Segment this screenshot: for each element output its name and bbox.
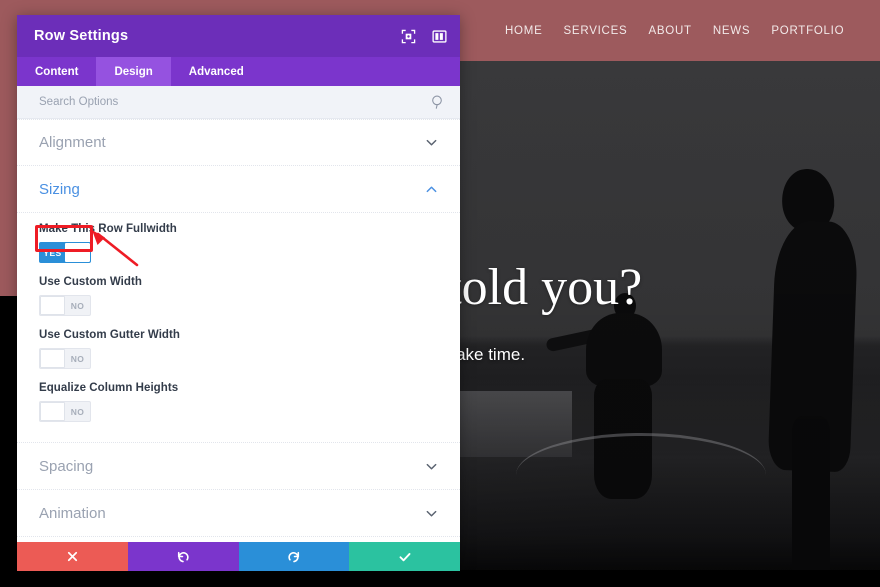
chevron-down-icon [425,507,438,520]
fullscreen-icon[interactable] [400,28,416,44]
search-icon[interactable] [430,94,446,110]
undo-button[interactable] [127,542,239,571]
redo-button[interactable] [238,542,350,571]
modal-title: Row Settings [34,28,129,44]
field-make-row-fullwidth: Make This Row Fullwidth YES [39,223,438,263]
check-icon [398,550,412,564]
toggle-knob [40,349,65,368]
modal-footer [17,542,460,571]
search-options-row [17,86,460,119]
section-spacing-title: Spacing [39,457,94,475]
toggle-knob [40,296,65,315]
bottom-black-strip [0,570,880,587]
toggle-knob [40,402,65,421]
search-input[interactable] [39,96,430,108]
tab-content[interactable]: Content [17,57,96,86]
field-use-custom-width: Use Custom Width NO [39,276,438,316]
tab-design[interactable]: Design [96,57,171,86]
field-label-make-row-fullwidth: Make This Row Fullwidth [39,223,177,235]
section-sizing-body: Make This Row Fullwidth YES Use Custom W… [17,213,460,443]
section-spacing[interactable]: Spacing [17,443,460,490]
field-label-equalize-column-heights: Equalize Column Heights [39,382,179,394]
section-sizing[interactable]: Sizing [17,166,460,213]
redo-icon [287,550,301,564]
chevron-up-icon [425,183,438,196]
field-label-use-custom-width: Use Custom Width [39,276,142,288]
modal-body: Alignment Sizing Make This Row Fullwidth… [17,119,460,542]
toggle-value-use-custom-gutter-width: NO [70,353,85,364]
x-icon [66,550,79,563]
toggle-use-custom-gutter-width[interactable]: NO [39,348,91,369]
row-settings-modal: Row Settings Content Design Advanced Sea… [17,15,460,571]
chevron-down-icon [425,460,438,473]
nav-item-about[interactable]: ABOUT [648,25,691,37]
modal-tabs: Content Design Advanced [17,57,460,86]
nav-item-portfolio[interactable]: PORTFOLIO [771,25,844,37]
nav-item-services[interactable]: SERVICES [564,25,628,37]
nav-item-news[interactable]: NEWS [713,25,751,37]
modal-header-icons [400,28,447,44]
toggle-equalize-column-heights[interactable]: NO [39,401,91,422]
section-animation[interactable]: Animation [17,490,460,537]
site-nav: HOME SERVICES ABOUT NEWS PORTFOLIO [500,0,844,61]
field-label-use-custom-gutter-width: Use Custom Gutter Width [39,329,180,341]
chevron-down-icon [425,136,438,149]
layout-split-icon[interactable] [431,28,447,44]
modal-header: Row Settings [17,15,460,57]
toggle-value-make-row-fullwidth: YES [43,247,62,258]
screenshot-root: as no one told you? Good things take tim… [0,0,880,587]
tab-advanced[interactable]: Advanced [171,57,262,86]
field-equalize-column-heights: Equalize Column Heights NO [39,382,438,422]
save-button[interactable] [349,542,460,571]
cancel-button[interactable] [17,542,128,571]
toggle-value-equalize-column-heights: NO [70,406,85,417]
toggle-value-use-custom-width: NO [70,300,85,311]
field-use-custom-gutter-width: Use Custom Gutter Width NO [39,329,438,369]
nav-item-home[interactable]: HOME [505,25,543,37]
section-alignment-title: Alignment [39,134,106,151]
undo-icon [176,550,190,564]
section-animation-title: Animation [39,504,106,522]
toggle-use-custom-width[interactable]: NO [39,295,91,316]
section-alignment[interactable]: Alignment [17,119,460,166]
toggle-make-row-fullwidth[interactable]: YES [39,242,91,263]
section-sizing-title: Sizing [39,180,80,198]
toggle-knob [65,243,90,262]
